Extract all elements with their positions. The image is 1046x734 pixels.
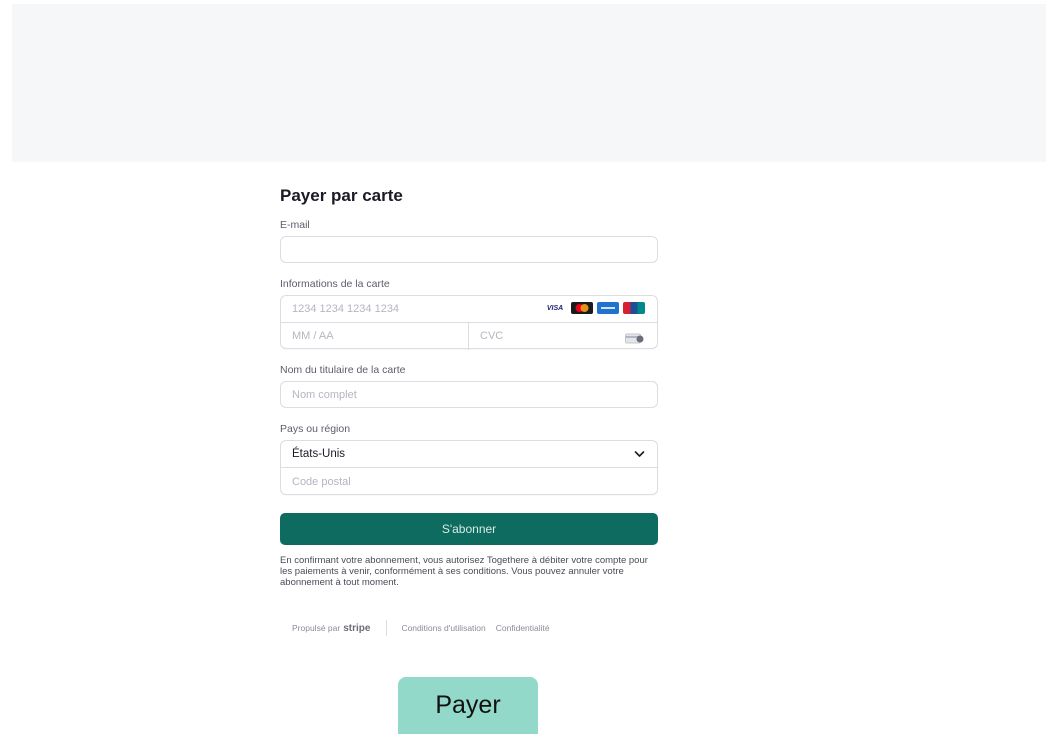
email-field[interactable] [280, 236, 658, 263]
powered-by-text: Propulsé par [292, 623, 341, 633]
chevron-down-icon [634, 449, 645, 461]
card-info-group: VISA [280, 295, 658, 350]
visa-icon: VISA [546, 304, 564, 312]
mastercard-icon [571, 302, 593, 314]
terms-link[interactable]: Conditions d'utilisation [401, 623, 485, 633]
amex-icon [597, 302, 619, 314]
payment-form: Payer par carte E-mail Informations de l… [280, 184, 658, 588]
country-label: Pays ou région [280, 423, 351, 435]
stripe-footer: Propulsé par stripe Conditions d'utilisa… [292, 620, 550, 636]
country-group: États-Unis [280, 440, 658, 495]
email-label: E-mail [280, 219, 310, 231]
expiry-input[interactable] [281, 323, 468, 349]
stripe-logo[interactable]: stripe [343, 623, 370, 634]
top-banner [12, 4, 1046, 162]
card-info-label: Informations de la carte [280, 278, 390, 290]
terms-text: En confirmant votre abonnement, vous aut… [280, 555, 648, 588]
unionpay-icon [623, 302, 645, 314]
footer-divider [386, 620, 388, 636]
subscribe-button[interactable]: S'abonner [280, 513, 658, 545]
cardholder-field[interactable] [280, 381, 658, 408]
country-select[interactable]: États-Unis [281, 441, 657, 468]
country-selected-value: États-Unis [292, 448, 346, 460]
card-brands: VISA [543, 302, 645, 314]
postal-code-input[interactable] [281, 468, 657, 495]
page-title: Payer par carte [280, 186, 403, 205]
pay-button[interactable]: Payer [398, 677, 538, 734]
cardholder-label: Nom du titulaire de la carte [280, 364, 406, 376]
privacy-link[interactable]: Confidentialité [496, 623, 550, 633]
cvc-card-icon [625, 331, 645, 349]
